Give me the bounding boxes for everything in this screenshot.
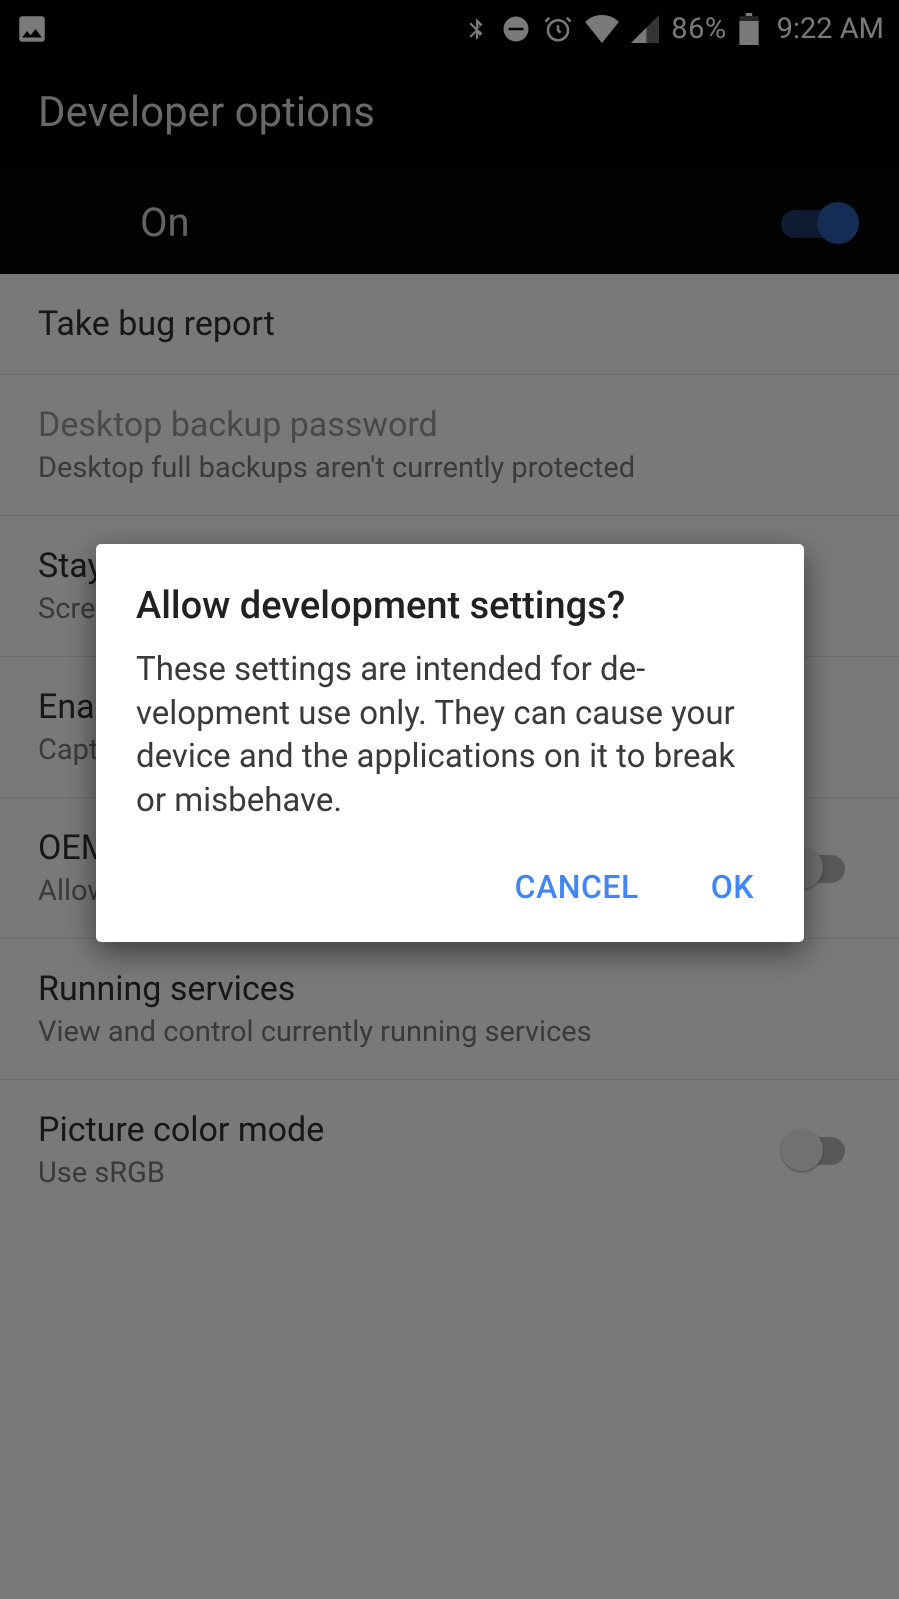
dialog-body: These settings are intended for de­velop… <box>136 648 764 822</box>
screen: 86% 9:22 AM Developer options On Take bu… <box>0 0 899 1599</box>
cancel-button[interactable]: CANCEL <box>509 858 645 916</box>
ok-button[interactable]: OK <box>705 858 760 916</box>
dialog-title: Allow development settings? <box>136 584 764 628</box>
dialog-actions: CANCEL OK <box>136 858 764 920</box>
confirm-dialog: Allow development settings? These settin… <box>96 544 804 942</box>
